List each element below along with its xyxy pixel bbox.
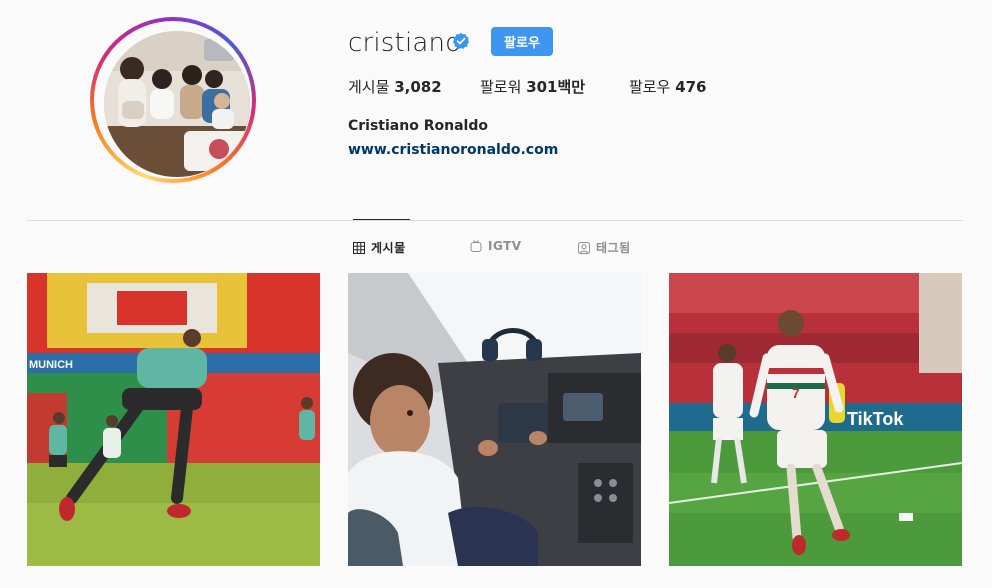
tab-igtv-label: IGTV [488,239,522,253]
tab-posts-label: 게시물 [371,241,406,255]
post-image-cockpit [348,273,641,566]
tab-tagged[interactable]: 태그됨 [578,239,631,256]
post-image-goal-celebration: TikTok 7 [669,273,962,566]
jersey-number: 7 [792,385,800,401]
following-count[interactable]: 팔로우 476 [629,76,707,97]
tabs-divider [27,220,963,221]
profile-avatar[interactable] [104,31,250,177]
stadium-sign-text: MUNICH [29,359,73,371]
post-image-stadium-warmup: MUNICH [27,273,320,566]
followers-count-value: 301백만 [526,78,586,96]
tab-posts[interactable]: 게시물 [353,239,406,256]
following-count-value: 476 [675,78,707,96]
profile-username: cristiano [348,28,462,58]
verified-badge-icon [452,32,470,49]
post-thumbnail[interactable] [348,273,641,566]
posts-count-value: 3,082 [394,78,442,96]
active-tab-indicator [353,219,410,220]
posts-count-label: 게시물 [348,78,390,96]
tagged-icon [578,241,590,254]
followers-count-label: 팔로워 [480,78,522,96]
avatar-family-photo [104,31,250,177]
igtv-icon [470,240,482,252]
following-count-label: 팔로우 [629,78,671,96]
profile-avatar-ring[interactable] [90,17,256,183]
posts-count: 게시물 3,082 [348,76,442,97]
avatar-border [94,21,252,179]
grid-icon [353,241,365,254]
followers-count[interactable]: 팔로워 301백만 [480,76,585,97]
follow-button[interactable]: 팔로우 [491,27,553,56]
tab-tagged-label: 태그됨 [596,241,631,255]
ad-board-text: TikTok [847,409,904,429]
profile-full-name: Cristiano Ronaldo [348,118,488,134]
post-thumbnail[interactable]: MUNICH [27,273,320,566]
post-thumbnail[interactable]: TikTok 7 [669,273,962,566]
profile-website-link[interactable]: www.cristianoronaldo.com [348,142,558,158]
tab-igtv[interactable]: IGTV [470,239,522,253]
